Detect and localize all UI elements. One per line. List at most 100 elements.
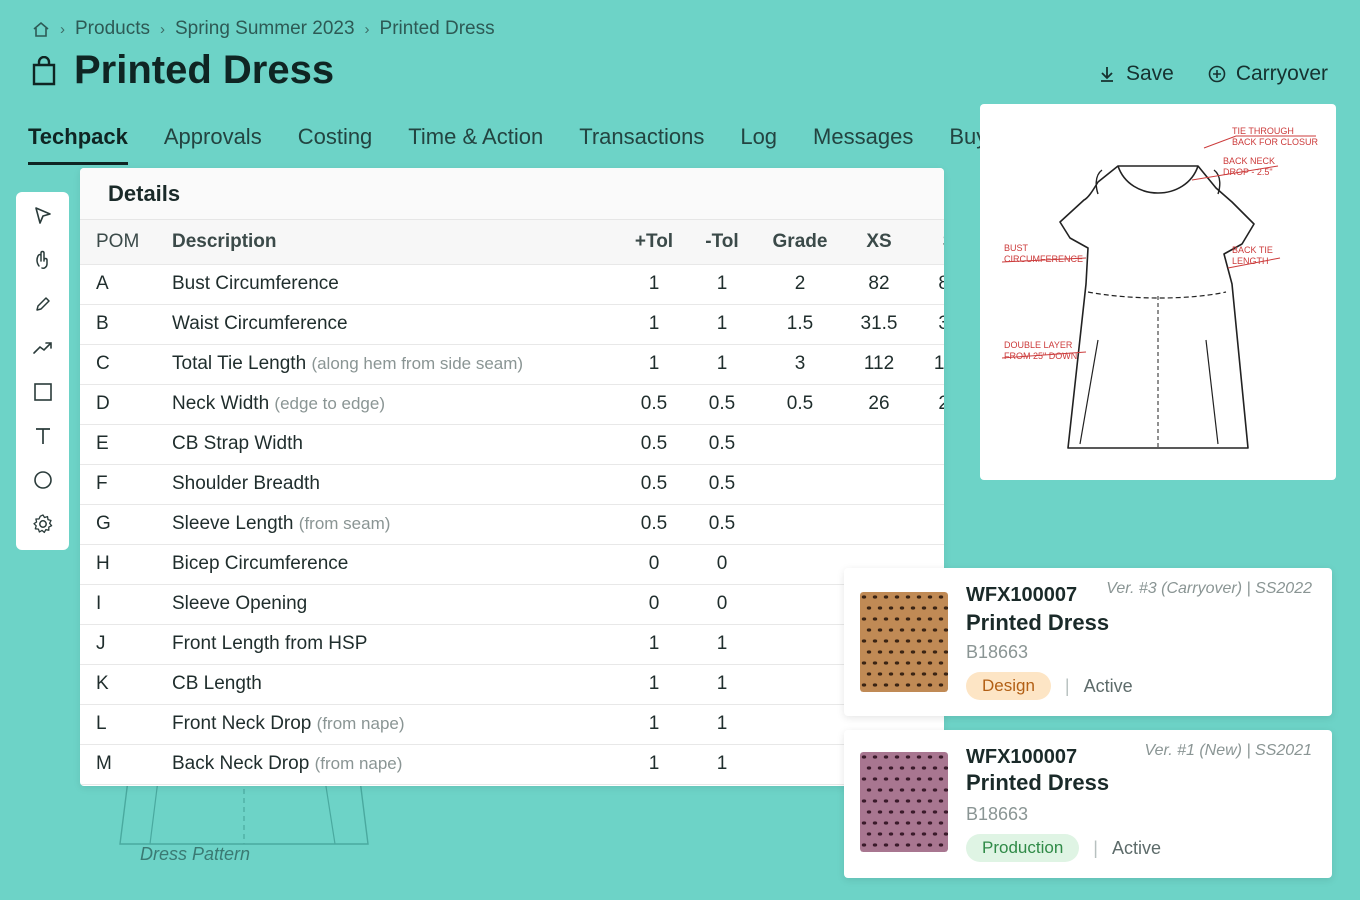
description-text: Front Neck Drop (172, 713, 312, 734)
cell-minus-tol: 1 (688, 344, 756, 385)
table-row[interactable]: E CB Strap Width 0.5 0.5 (80, 424, 944, 465)
table-row[interactable]: ABust Circumference112828486 (80, 264, 944, 305)
breadcrumb-item-products[interactable]: Products (75, 18, 150, 40)
product-version: Ver. #1 (New) | SS2021 (1144, 742, 1313, 759)
sketch-label-back-neck-2: DROP - 2.5" (1223, 167, 1273, 177)
cell-minus-tol: 1 (688, 264, 756, 305)
table-row[interactable]: I Sleeve Opening 0 0 (80, 584, 944, 625)
cell-plus-tol: 0.5 (620, 384, 688, 425)
table-row[interactable]: L Front Neck Drop (from nape) 1 1 (80, 704, 944, 745)
details-title: Details (80, 168, 944, 220)
technical-sketch[interactable]: TIE THROUGH BACK FOR CLOSUR BACK NECK DR… (980, 104, 1336, 480)
cell-plus-tol: 1 (620, 264, 688, 305)
tab-time-action[interactable]: Time & Action (408, 124, 543, 165)
product-name[interactable]: Printed Dress (966, 770, 1109, 796)
breadcrumb-separator: › (60, 20, 65, 38)
product-code: WFX100007 (966, 746, 1078, 768)
col-header-pom[interactable]: POM (80, 220, 156, 265)
pointer-icon[interactable] (31, 204, 55, 228)
product-status-row: Production | Active (966, 834, 1161, 862)
product-card[interactable]: WFX100007 Ver. #3 (Carryover) | SS2022 P… (844, 568, 1332, 716)
trend-icon[interactable] (31, 336, 55, 360)
cell-xs: 26 (844, 384, 914, 425)
plus-circle-icon (1208, 65, 1226, 83)
cell-s (914, 464, 944, 505)
save-button[interactable]: Save (1098, 62, 1174, 86)
tab-log[interactable]: Log (740, 124, 777, 165)
cell-s (914, 424, 944, 465)
home-icon[interactable] (32, 20, 50, 38)
breadcrumb-item-season[interactable]: Spring Summer 2023 (175, 18, 355, 40)
status-text: Active (1111, 837, 1161, 858)
cell-xs: 112 (844, 344, 914, 385)
tab-buy[interactable]: Buy (949, 124, 980, 165)
table-row[interactable]: K CB Length 1 1 (80, 664, 944, 705)
tab-messages[interactable]: Messages (813, 124, 913, 165)
tab-bar: Techpack Approvals Costing Time & Action… (28, 124, 980, 165)
hand-icon[interactable] (31, 248, 55, 272)
text-icon[interactable] (31, 424, 55, 448)
description-text: Waist Circumference (172, 313, 348, 334)
table-row[interactable]: F Shoulder Breadth 0.5 0.5 (80, 464, 944, 505)
cell-description: Sleeve Opening (156, 584, 620, 625)
table-row[interactable]: M Back Neck Drop (from nape) 1 1 (80, 744, 944, 785)
breadcrumb-separator: › (364, 20, 370, 38)
description-text: Back Neck Drop (172, 753, 310, 774)
table-row[interactable]: G Sleeve Length (from seam) 0.5 0.5 (80, 504, 944, 545)
cell-pom: M (80, 744, 156, 785)
cell-plus-tol: 0.5 (620, 464, 688, 505)
cell-description: CB Length (156, 664, 620, 705)
cell-minus-tol: 0.5 (688, 464, 756, 505)
tab-costing[interactable]: Costing (298, 124, 373, 165)
circle-icon[interactable] (31, 468, 55, 492)
divider: | (1093, 837, 1098, 858)
cell-description: Neck Width (edge to edge) (156, 384, 620, 425)
dress-sketch-drawing: TIE THROUGH BACK FOR CLOSUR BACK NECK DR… (1001, 126, 1319, 449)
table-row[interactable]: DNeck Width (edge to edge)0.50.50.526262… (80, 384, 944, 425)
shopping-bag-icon (30, 55, 58, 86)
description-note: (from nape) (316, 714, 405, 733)
product-name[interactable]: Printed Dress (966, 610, 1109, 636)
dress-pattern-drawing (119, 780, 369, 845)
breadcrumb-item-current: Printed Dress (379, 18, 495, 39)
header-actions: Save Carryover (1098, 62, 1328, 86)
table-row[interactable]: J Front Length from HSP 1 1 (80, 624, 944, 665)
col-header-grade[interactable]: Grade (756, 220, 844, 265)
tab-approvals[interactable]: Approvals (164, 124, 262, 165)
cell-pom: J (80, 624, 156, 665)
col-header-description[interactable]: Description (156, 220, 620, 265)
product-version: Ver. #3 (Carryover) | SS2022 (1106, 580, 1312, 597)
cell-grade (756, 704, 844, 745)
sketch-label-tie-through: TIE THROUGH (1232, 126, 1294, 136)
cell-description: Front Length from HSP (156, 624, 620, 665)
table-row[interactable]: C Total Tie Length (along hem from side s… (80, 344, 944, 385)
sketch-label-bust: BUST (1004, 243, 1029, 253)
stage-badge: Design (966, 672, 1051, 700)
description-text: Neck Width (172, 393, 270, 414)
product-card[interactable]: WFX100007 Ver. #1 (New) | SS2021 Printed… (844, 730, 1332, 878)
table-row[interactable]: BWaist Circumference111.531.53334.5 (80, 304, 944, 345)
col-header-minus-tol[interactable]: -Tol (688, 220, 756, 265)
tab-techpack[interactable]: Techpack (28, 124, 128, 165)
divider: | (1064, 675, 1070, 696)
col-header-xs[interactable]: XS (844, 220, 914, 265)
description-text: Front Length from HSP (172, 633, 368, 654)
pencil-icon[interactable] (31, 292, 55, 316)
col-header-plus-tol[interactable]: +Tol (620, 220, 688, 265)
cell-grade (756, 664, 844, 705)
cell-s: 115 (914, 344, 944, 385)
gear-icon[interactable] (31, 512, 55, 536)
col-header-s[interactable]: S (914, 220, 944, 265)
stage-badge: Production (966, 834, 1080, 862)
cell-plus-tol: 1 (620, 664, 688, 705)
cell-pom: C (80, 344, 156, 385)
carryover-label: Carryover (1235, 62, 1328, 85)
table-row[interactable]: H Bicep Circumference 0 0 (80, 544, 944, 585)
cell-pom: G (80, 504, 156, 545)
cell-plus-tol: 1 (620, 744, 688, 785)
cell-plus-tol: 1 (620, 304, 688, 345)
cell-grade (756, 744, 844, 785)
tab-transactions[interactable]: Transactions (579, 124, 704, 165)
square-icon[interactable] (31, 380, 55, 404)
carryover-button[interactable]: Carryover (1208, 62, 1328, 86)
